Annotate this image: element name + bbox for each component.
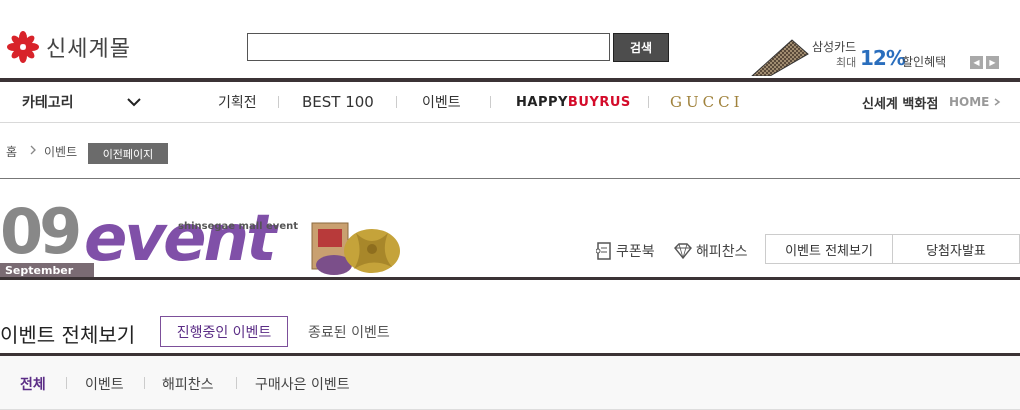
previous-page-button[interactable]: 이전페이지 [88,143,168,164]
home-label: HOME [949,95,990,109]
happy-chance-label: 해피찬스 [696,244,748,260]
samsung-card-promo[interactable]: 삼성카드 최대 12% 할인혜택 [750,36,960,76]
happy-chance-link[interactable]: 해피찬스 [674,241,748,261]
section-title: 이벤트 전체보기 [0,323,136,347]
card-name: 삼성카드 [812,40,857,54]
nav-separator [490,96,491,108]
logo-text: 신세계몰 [46,37,131,62]
view-all-events-button[interactable]: 이벤트 전체보기 [765,234,893,264]
category-label: 카테고리 [22,95,74,111]
nav-planning[interactable]: 기획전 [218,82,257,122]
tab-ended-events[interactable]: 종료된 이벤트 [308,322,390,342]
category-menu-button[interactable]: 카테고리 [22,82,142,122]
search-button[interactable]: 검색 [613,33,669,62]
filter-all[interactable]: 전체 [20,374,46,394]
breadcrumb-home[interactable]: 홈 [6,143,17,160]
nav-department-store[interactable]: 신세계 백화점 [862,82,938,122]
nav-separator [648,96,649,108]
credit-card-icon [751,39,809,76]
coupon-book-label: 쿠폰북 [616,244,655,260]
banner-month: 09 [0,195,82,268]
filter-bar: 전체 이벤트 해피찬스 구매사은 이벤트 [0,356,1020,410]
card-prefix: 최대 [836,56,857,69]
breadcrumb-current[interactable]: 이벤트 [44,143,77,160]
event-banner: 09 event shinsegae mall event September … [0,195,420,293]
promo-next-button[interactable]: ▶ [986,56,999,69]
breadcrumb-divider [0,178,1020,179]
nav-happy-buyrus[interactable]: HAPPY B UYRUS [516,82,631,122]
happy-buyrus-post: UYRUS [578,94,631,110]
nav-event[interactable]: 이벤트 [422,82,461,122]
nav-separator [278,96,279,108]
happy-buyrus-pre: HAPPY [516,94,568,110]
chevron-down-icon [127,98,141,107]
tab-ongoing-events[interactable]: 진행중인 이벤트 [160,316,288,347]
banner-event-word: event [84,202,277,276]
global-nav: 카테고리 기획전 BEST 100 이벤트 HAPPY B UYRUS GUCCI… [0,82,1020,123]
filter-purchase-gift[interactable]: 구매사은 이벤트 [255,374,350,394]
filter-separator [236,377,237,389]
winners-button[interactable]: 당첨자발표 [892,234,1020,264]
filter-happy-chance[interactable]: 해피찬스 [162,374,214,394]
card-discount-percent: 12% [860,46,906,70]
search-input[interactable] [247,33,610,61]
chevron-right-icon [994,98,1001,106]
filter-separator [144,377,145,389]
filter-event[interactable]: 이벤트 [85,374,124,394]
coupon-icon [596,242,611,260]
diamond-icon [674,243,692,259]
flower-logo-icon [7,31,39,63]
nav-separator [396,96,397,108]
coupon-book-link[interactable]: 쿠폰북 [596,241,655,261]
happy-buyrus-mark: B [567,94,579,110]
nav-dept-home-link[interactable]: HOME [949,82,1002,122]
gift-box-icon [311,222,400,275]
promo-prev-button[interactable]: ◀ [970,56,983,69]
breadcrumb-chevron-icon [30,145,36,155]
nav-gucci[interactable]: GUCCI [670,82,744,122]
banner-caption: shinsegae mall event [178,221,299,232]
card-suffix: 할인혜택 [902,55,947,69]
filter-separator [66,377,67,389]
nav-best100[interactable]: BEST 100 [302,82,374,122]
banner-divider [0,277,1020,280]
shinsegae-mall-logo[interactable]: 신세계몰 [6,30,131,64]
